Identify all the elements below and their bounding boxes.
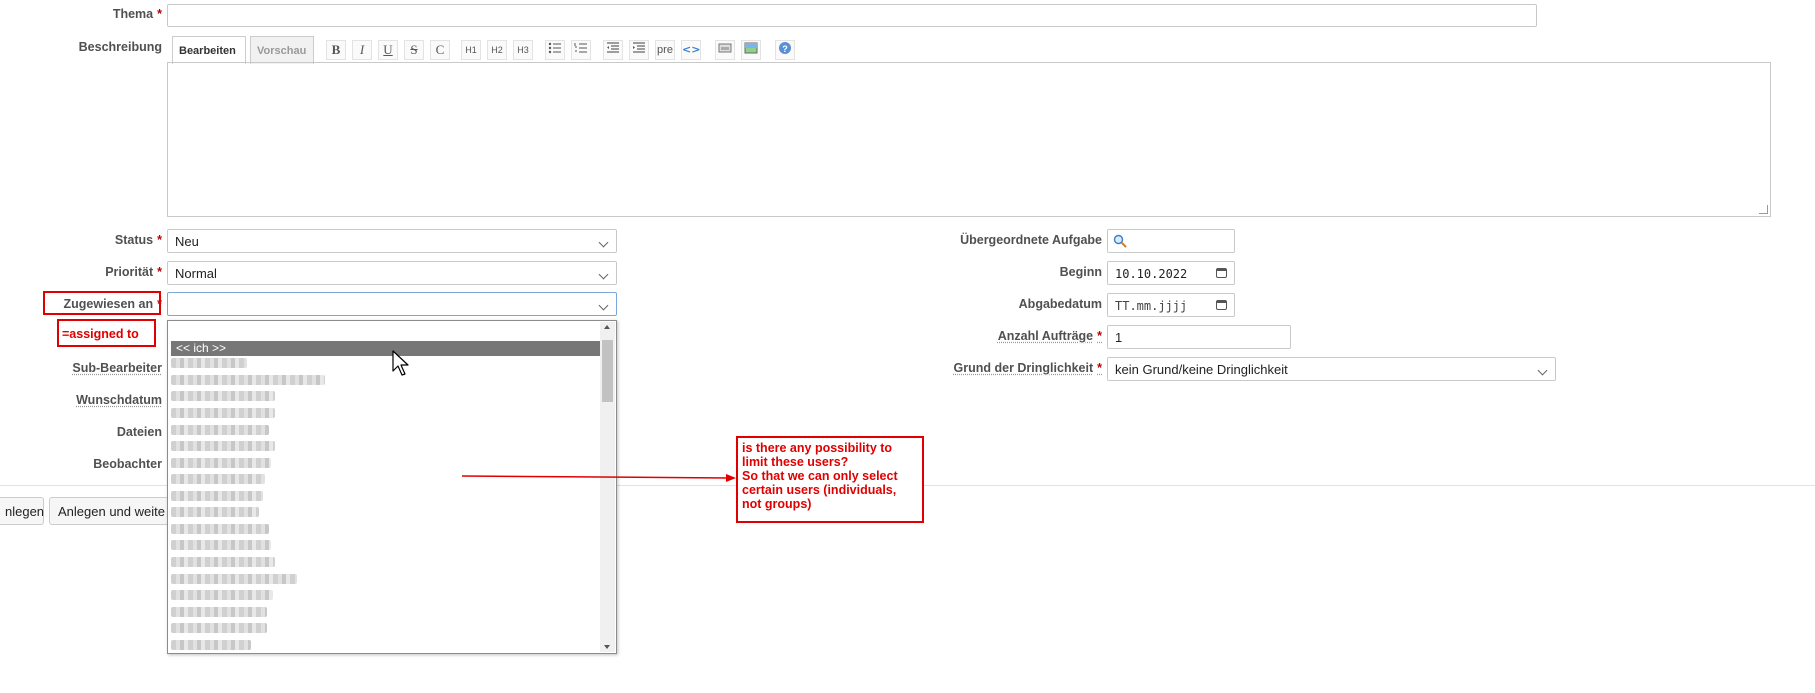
- mouse-cursor-icon: [392, 350, 412, 381]
- dropdown-option-me[interactable]: << ich >>: [171, 341, 601, 356]
- search-icon: [1113, 234, 1127, 251]
- code-button[interactable]: C: [430, 40, 450, 60]
- due-date-input[interactable]: TT.mm.jjjj: [1107, 293, 1235, 317]
- help-icon[interactable]: ?: [775, 40, 795, 60]
- order-count-input[interactable]: 1: [1107, 325, 1291, 349]
- start-date-label: Beginn: [1059, 265, 1102, 279]
- preformatted-button[interactable]: pre: [655, 40, 675, 60]
- ordered-list-icon[interactable]: [571, 40, 591, 60]
- dropdown-option-user[interactable]: [171, 607, 267, 617]
- dropdown-option-user[interactable]: [171, 524, 269, 534]
- calendar-icon[interactable]: [1216, 300, 1227, 310]
- assignee-label-highlight: [43, 291, 161, 315]
- image-icon[interactable]: [741, 40, 761, 60]
- dropdown-option-user[interactable]: [171, 574, 297, 584]
- resize-handle-icon[interactable]: [1759, 205, 1768, 214]
- dropdown-option-user[interactable]: [171, 540, 271, 550]
- scroll-up-icon[interactable]: [604, 325, 610, 329]
- priority-label: Priorität *: [105, 265, 162, 279]
- indent-decrease-icon[interactable]: [603, 40, 623, 60]
- subject-label: Thema *: [112, 7, 162, 21]
- dropdown-option-user[interactable]: [171, 557, 275, 567]
- dropdown-option-user[interactable]: [171, 474, 265, 484]
- create-button[interactable]: nlegen: [0, 497, 44, 525]
- heading3-button[interactable]: H3: [513, 40, 533, 60]
- dropdown-option-user[interactable]: [171, 590, 273, 600]
- calendar-icon[interactable]: [1216, 268, 1227, 278]
- files-label: Dateien: [116, 425, 162, 439]
- subject-input[interactable]: [167, 4, 1537, 27]
- create-and-continue-button[interactable]: Anlegen und weite: [49, 497, 169, 525]
- dropdown-option-user[interactable]: [171, 391, 275, 401]
- dropdown-option-user[interactable]: [171, 358, 247, 368]
- dropdown-option-user[interactable]: [171, 491, 263, 501]
- annotation-question-line: certain users (individuals,: [742, 483, 897, 497]
- dropdown-option-user[interactable]: [171, 441, 275, 451]
- wish-date-label: Wunschdatum: [76, 393, 162, 407]
- dropdown-option-user[interactable]: [171, 458, 271, 468]
- dropdown-option-user[interactable]: [171, 640, 251, 650]
- annotation-question-line: So that we can only select: [742, 469, 898, 483]
- sub-assignee-label: Sub-Bearbeiter: [72, 361, 162, 375]
- order-count-label: Anzahl Aufträge *: [997, 329, 1102, 343]
- dropdown-option-user[interactable]: [171, 375, 325, 385]
- description-label: Beschreibung: [78, 40, 162, 54]
- strikethrough-button[interactable]: S: [404, 40, 424, 60]
- annotation-question-box: is there any possibility to limit these …: [736, 436, 924, 523]
- annotation-question-line: limit these users?: [742, 455, 849, 469]
- unordered-list-icon[interactable]: [545, 40, 565, 60]
- dropdown-option-user[interactable]: [171, 408, 275, 418]
- watchers-label: Beobachter: [93, 457, 162, 471]
- annotation-assigned-to: =assigned to: [57, 319, 156, 347]
- tab-preview[interactable]: Vorschau: [250, 36, 314, 64]
- scroll-down-icon[interactable]: [604, 645, 610, 649]
- heading1-button[interactable]: H1: [461, 40, 481, 60]
- assignee-select[interactable]: [167, 292, 617, 316]
- code-embed-icon[interactable]: <>: [681, 40, 701, 60]
- description-textarea[interactable]: [167, 62, 1771, 217]
- italic-button[interactable]: I: [352, 40, 372, 60]
- dropdown-option-user[interactable]: [171, 425, 269, 435]
- urgency-reason-select[interactable]: kein Grund/keine Dringlichkeit: [1107, 357, 1556, 381]
- link-image-icon[interactable]: [715, 40, 735, 60]
- due-date-label: Abgabedatum: [1018, 297, 1102, 311]
- annotation-question-line: is there any possibility to: [742, 441, 893, 455]
- priority-select[interactable]: Normal: [167, 261, 617, 285]
- tab-edit[interactable]: Bearbeiten: [172, 36, 246, 64]
- dropdown-option-user[interactable]: [171, 623, 267, 633]
- svg-text:?: ?: [782, 44, 788, 54]
- status-label: Status *: [114, 233, 162, 247]
- parent-task-input[interactable]: [1107, 229, 1235, 253]
- heading2-button[interactable]: H2: [487, 40, 507, 60]
- start-date-input[interactable]: 10.10.2022: [1107, 261, 1235, 285]
- underline-button[interactable]: U: [378, 40, 398, 60]
- annotation-arrow: [460, 470, 740, 489]
- status-select[interactable]: Neu: [167, 229, 617, 253]
- parent-task-label: Übergeordnete Aufgabe: [960, 233, 1102, 247]
- indent-increase-icon[interactable]: [629, 40, 649, 60]
- urgency-reason-label: Grund der Dringlichkeit *: [953, 361, 1102, 375]
- scrollbar-thumb[interactable]: [602, 340, 613, 402]
- annotation-assigned-to-text: =assigned to: [62, 327, 139, 341]
- dropdown-option-user[interactable]: [171, 507, 259, 517]
- annotation-question-line: not groups): [742, 497, 812, 511]
- bold-button[interactable]: B: [326, 40, 346, 60]
